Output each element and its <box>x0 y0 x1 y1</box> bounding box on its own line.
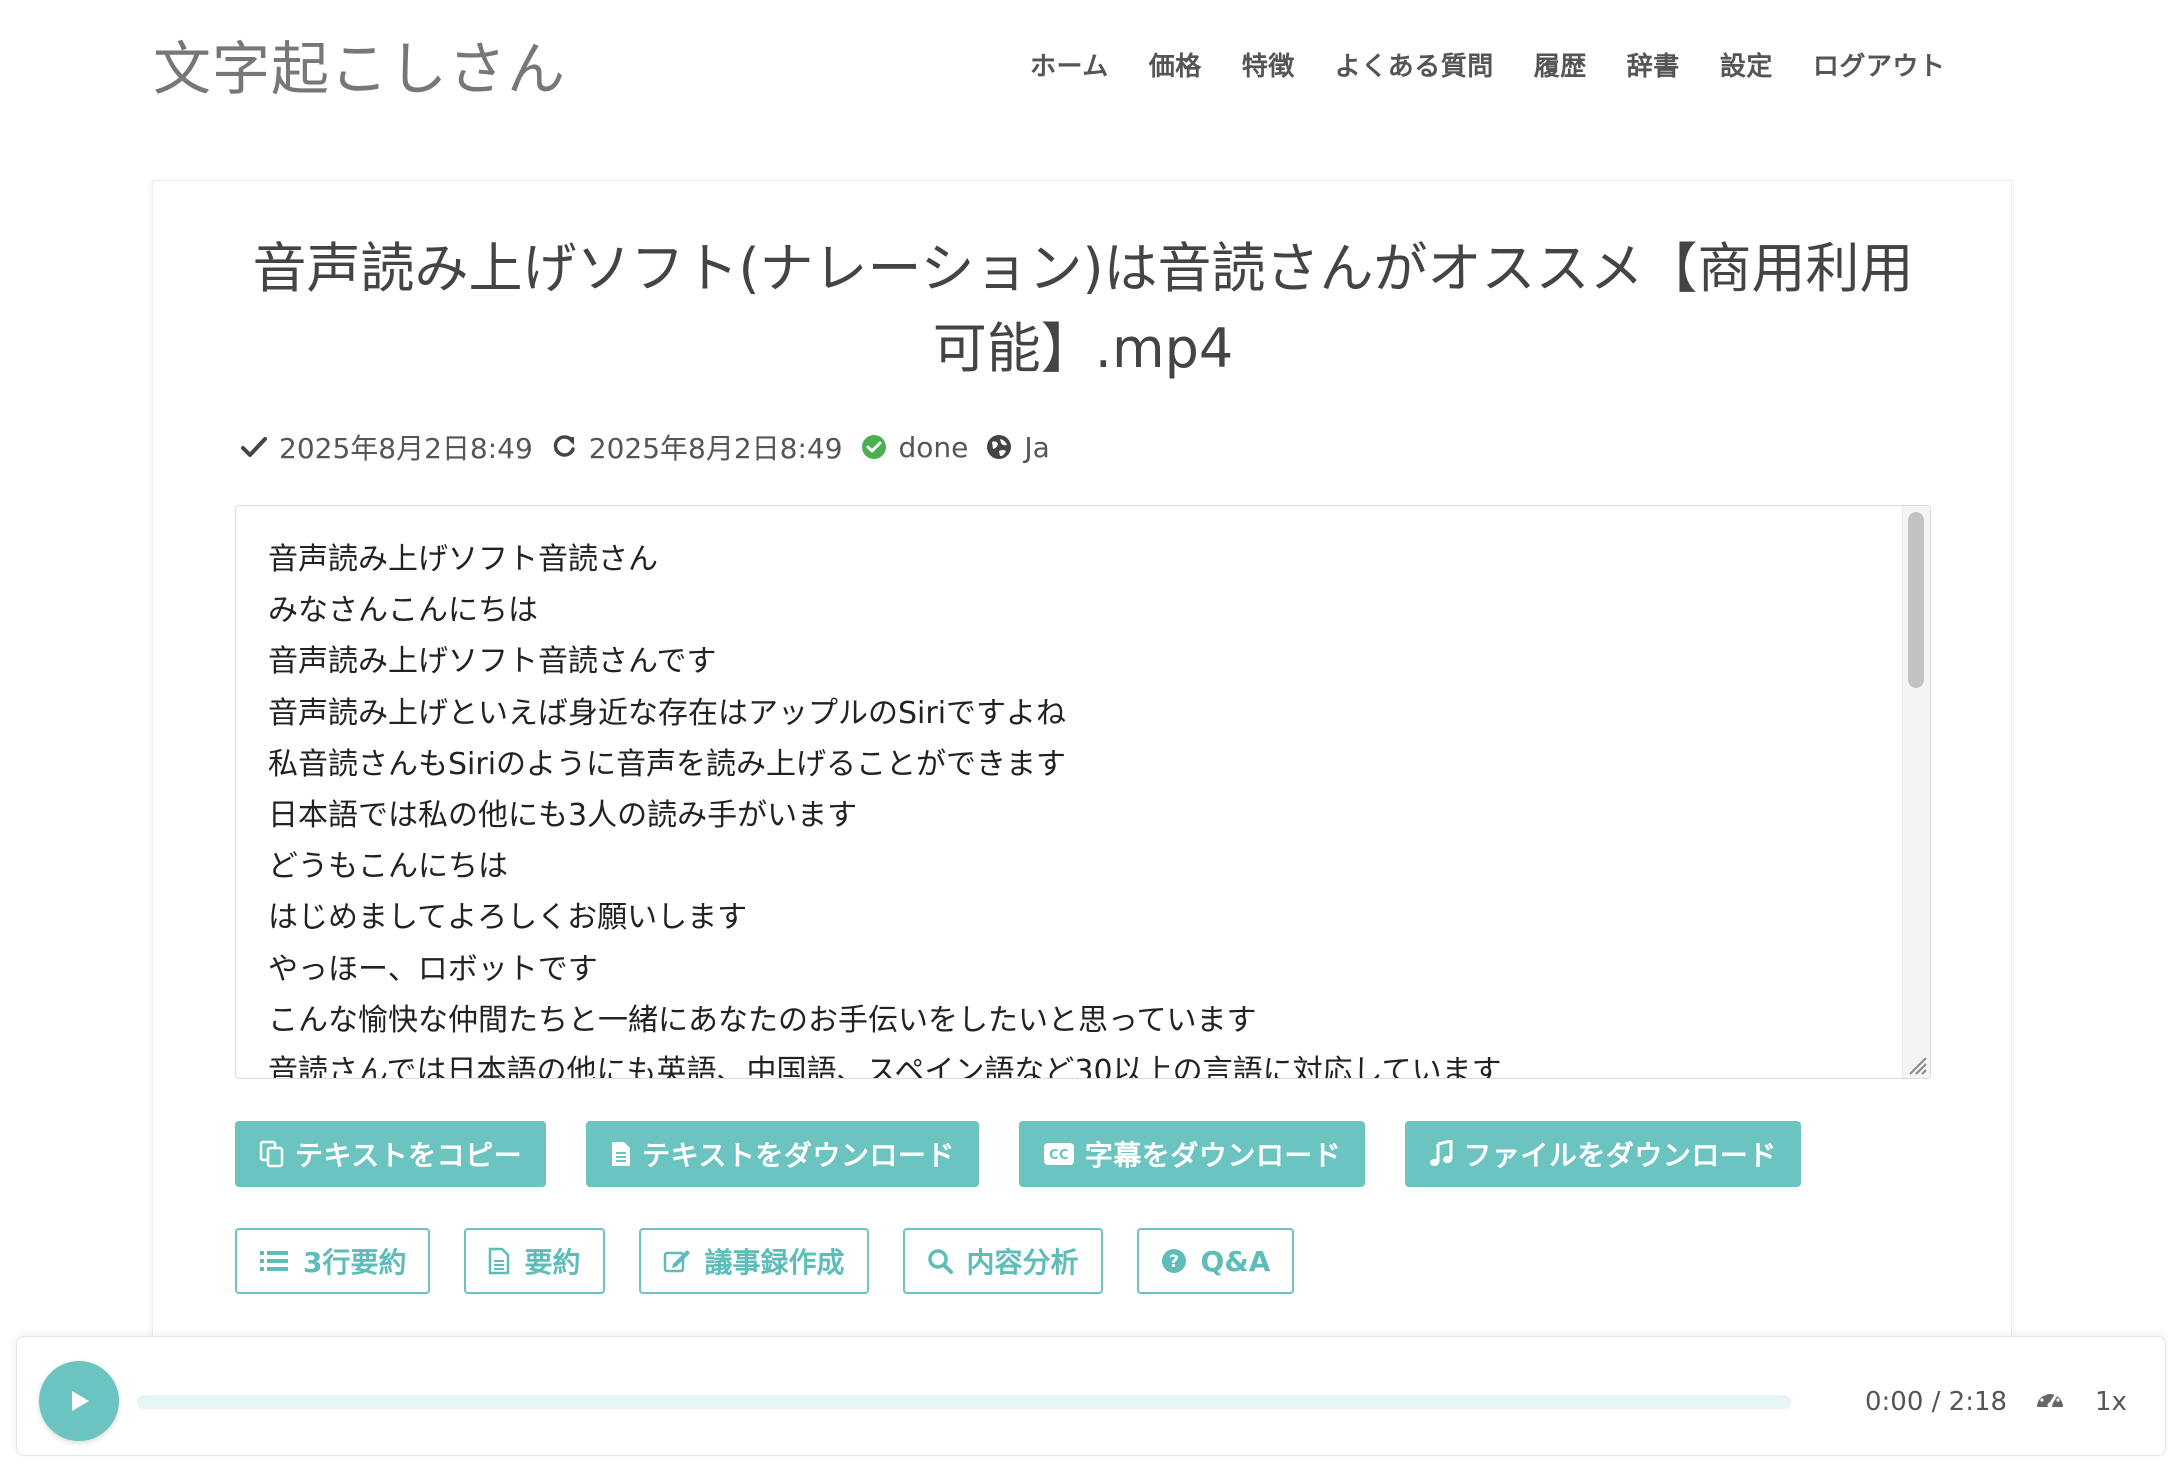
transcript-textarea[interactable]: 音声読み上げソフト音読さん みなさんこんにちは 音声読み上げソフト音読さんです … <box>235 505 1931 1079</box>
speedometer-icon[interactable] <box>2035 1385 2065 1415</box>
download-text-button[interactable]: テキストをダウンロード <box>586 1121 979 1187</box>
search-icon <box>927 1249 953 1274</box>
nav-faq[interactable]: よくある質問 <box>1335 46 1494 83</box>
refresh-icon <box>547 430 581 464</box>
qa-label: Q&A <box>1200 1244 1271 1278</box>
play-button[interactable] <box>39 1361 119 1441</box>
nav-home[interactable]: ホーム <box>1030 46 1109 83</box>
brand-logo[interactable]: 文字起こしさん <box>153 22 566 106</box>
play-icon <box>72 1391 89 1411</box>
language-text: Ja <box>1024 430 1050 464</box>
transcript-line: 音読さんでは日本語の他にも英語、中国語、スペイン語など30以上の言語に対応してい… <box>268 1054 1502 1079</box>
transcript-line: みなさんこんにちは <box>268 593 538 629</box>
nav-pricing[interactable]: 価格 <box>1149 46 1202 83</box>
playback-speed[interactable]: 1x <box>2095 1387 2127 1417</box>
summary-3line-label: 3行要約 <box>303 1246 407 1279</box>
nav-features[interactable]: 特徴 <box>1242 46 1295 83</box>
music-note-icon <box>1430 1140 1453 1166</box>
summary-label: 要約 <box>524 1246 581 1279</box>
minutes-label: 議事録作成 <box>704 1246 845 1279</box>
transcript-scrollbar[interactable] <box>1902 506 1930 1078</box>
check-circle-icon <box>857 430 891 464</box>
ai-actions: 3行要約 要約 議事録作成 内容分析 ? Q&A <box>235 1228 1295 1294</box>
scrollbar-thumb[interactable] <box>1908 512 1924 688</box>
primary-actions: テキストをコピー テキストをダウンロード CC 字幕をダウンロード ファイルをダ… <box>235 1121 1801 1187</box>
globe-icon <box>982 430 1016 464</box>
nav-logout[interactable]: ログアウト <box>1813 46 1946 83</box>
audio-player: 0:00 / 2:18 1x <box>16 1336 2166 1456</box>
transcript-line: 音声読み上げソフト音読さんです <box>268 644 717 680</box>
status-text: done <box>898 430 969 464</box>
nav-settings[interactable]: 設定 <box>1720 46 1773 83</box>
qa-button[interactable]: ? Q&A <box>1136 1228 1295 1294</box>
transcript-line: 音声読み上げといえば身近な存在はアップルのSiriですよね <box>268 695 1067 731</box>
main-nav: ホーム 価格 特徴 よくある質問 履歴 辞書 設定 ログアウト <box>1030 46 1945 83</box>
download-file-label: ファイルをダウンロード <box>1463 1139 1777 1172</box>
copy-text-label: テキストをコピー <box>295 1139 523 1172</box>
created-date: 2025年8月2日8:49 <box>279 432 533 465</box>
analysis-button[interactable]: 内容分析 <box>902 1228 1103 1294</box>
summary-button[interactable]: 要約 <box>464 1228 605 1294</box>
transcript-line: どうもこんにちは <box>268 849 508 885</box>
file-title: 音声読み上げソフト(ナレーション)は音読さんがオススメ【商用利用可能】.mp4 <box>252 237 1914 380</box>
download-subtitles-label: 字幕をダウンロード <box>1084 1139 1342 1172</box>
summary-3line-button[interactable]: 3行要約 <box>235 1228 431 1294</box>
download-subtitles-button[interactable]: CC 字幕をダウンロード <box>1018 1121 1366 1187</box>
minutes-button[interactable]: 議事録作成 <box>638 1228 869 1294</box>
svg-text:?: ? <box>1169 1252 1179 1272</box>
transcription-card: 音声読み上げソフト(ナレーション)は音読さんがオススメ【商用利用可能】.mp4 … <box>152 180 2012 1340</box>
resize-handle-icon[interactable] <box>1904 1052 1928 1076</box>
nav-dictionary[interactable]: 辞書 <box>1627 46 1680 83</box>
updated-date: 2025年8月2日8:49 <box>588 432 843 465</box>
download-text-label: テキストをダウンロード <box>642 1139 955 1172</box>
transcript-line: 日本語では私の他にも3人の読み手がいます <box>268 798 858 834</box>
svg-text:CC: CC <box>1049 1148 1069 1163</box>
copy-text-button[interactable]: テキストをコピー <box>235 1121 547 1187</box>
transcript-lines: 音声読み上げソフト音読さん みなさんこんにちは 音声読み上げソフト音読さんです … <box>268 534 1890 1079</box>
check-icon <box>237 430 271 464</box>
download-file-button[interactable]: ファイルをダウンロード <box>1405 1121 1801 1187</box>
closed-caption-icon: CC <box>1043 1143 1074 1165</box>
transcript-line: はじめましてよろしくお願いします <box>268 900 748 936</box>
transcript-line: こんな愉快な仲間たちと一緒にあなたのお手伝いをしたいと思っています <box>268 1002 1257 1038</box>
time-display: 0:00 / 2:18 <box>1865 1387 2008 1417</box>
file-meta: 2025年8月2日8:49 2025年8月2日8:49 done Ja <box>237 427 1064 467</box>
edit-icon <box>663 1250 690 1273</box>
nav-history[interactable]: 履歴 <box>1534 46 1587 83</box>
list-icon <box>260 1251 288 1271</box>
transcript-line: やっほー、ロボットです <box>268 951 598 987</box>
progress-bar[interactable] <box>137 1395 1791 1409</box>
question-circle-icon: ? <box>1161 1249 1186 1273</box>
analysis-label: 内容分析 <box>966 1246 1079 1279</box>
document-icon <box>489 1247 510 1275</box>
file-text-icon <box>612 1142 631 1166</box>
transcript-line: 音声読み上げソフト音読さん <box>268 542 658 577</box>
transcript-line: 私音読さんもSiriのように音声を読み上げることができます <box>268 746 1067 782</box>
copy-icon <box>259 1140 284 1168</box>
